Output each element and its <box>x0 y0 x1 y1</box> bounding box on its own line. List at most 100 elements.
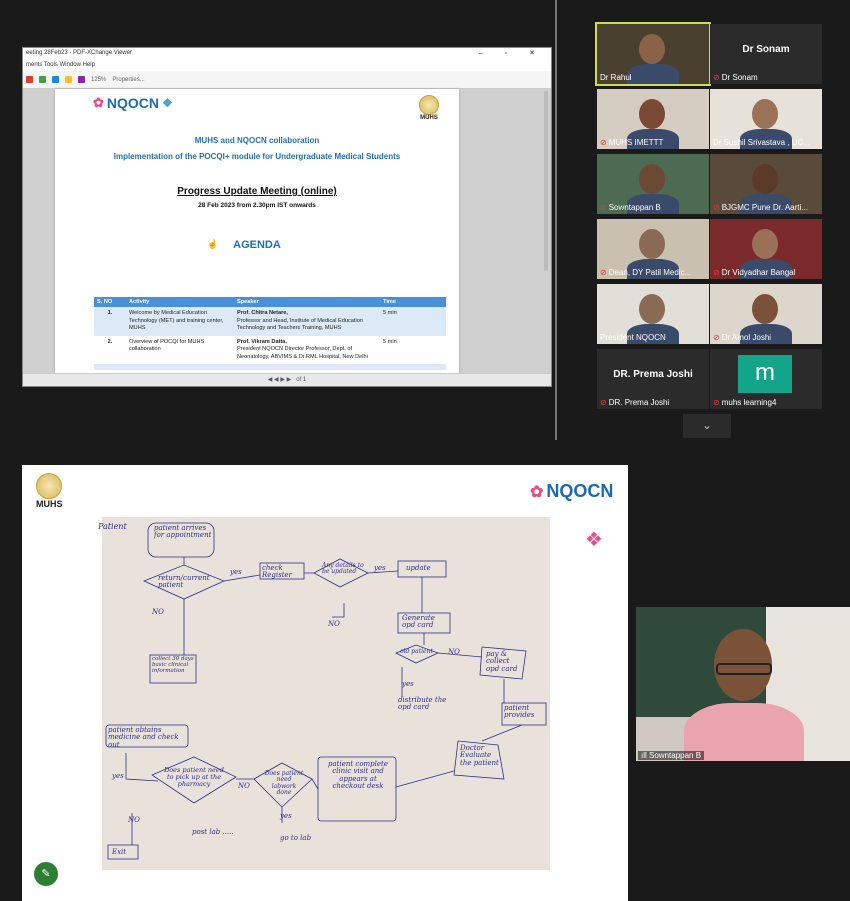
participant-tile[interactable]: Dr Sushil Srivastava , UC... <box>710 89 822 149</box>
table-row: 1. Welcome by Medical Education Technolo… <box>94 307 446 336</box>
signal-icon: ıll <box>641 751 647 760</box>
flow-node: pay & collect opd card <box>486 650 518 673</box>
participant-head <box>639 99 665 129</box>
pdf-page: ✿ NQOCN ❖ MUHS MUHS and NQOCN collaborat… <box>55 89 459 375</box>
mic-muted-icon: ⊘ <box>713 203 720 212</box>
participant-display-name: DR. Prema Joshi <box>613 369 693 380</box>
col-header: Activity <box>126 297 234 307</box>
participant-tile[interactable]: Dr Sonam ⊘ Dr Sonam <box>710 24 822 84</box>
participant-name-label: ⊘ Dr Amol Joshi <box>713 333 772 342</box>
flow-node: Does patient need labwork done <box>264 770 304 796</box>
participant-head <box>752 99 778 129</box>
participant-head <box>639 229 665 259</box>
window-menubar[interactable]: ments Tools Window Help <box>23 61 551 71</box>
flow-node: patient arrives for appointment <box>154 524 212 540</box>
window-statusbar[interactable]: ◀ ◀ ▶ ▶ of 1 <box>23 373 551 386</box>
participant-tile[interactable]: President NQOCN <box>597 284 709 344</box>
flow-node: check Register <box>262 564 293 580</box>
participant-name-label: ⊘ MUHS IMETTT <box>600 138 664 147</box>
toolbar-icon[interactable] <box>26 76 33 83</box>
muhs-emblem-icon <box>36 473 63 499</box>
flow-node: patient complete clinic visit and appear… <box>328 760 388 791</box>
mic-muted-icon: ⊘ <box>600 203 607 212</box>
participant-display-name: Dr Sonam <box>742 44 790 55</box>
col-header: S. NO <box>94 297 126 307</box>
participant-name-label: ⊘ Dr Vidyadhar Bangal <box>713 268 796 277</box>
flow-node: Doctor Evaluate the patient <box>460 744 499 767</box>
window-controls[interactable]: – ▫ ✕ <box>479 49 545 57</box>
nqocn-logo: ✿ NQOCN <box>530 481 614 501</box>
window-toolbar[interactable]: 125% Properties... <box>23 71 551 89</box>
flow-node: patient provides <box>504 704 535 720</box>
participant-name-label: ⊘ muhs learning4 <box>713 398 777 407</box>
flow-label: NO <box>328 620 340 628</box>
participant-tile[interactable]: ⊘ Dean, DY Patil Medic... <box>597 219 709 279</box>
col-header: Speaker <box>234 297 380 307</box>
flowchart-photo: Patient patient arrives for appointment … <box>98 517 550 870</box>
flow-node: Generate opd card <box>402 614 435 630</box>
participant-tile[interactable]: ⊘ Dr Vidyadhar Bangal <box>710 219 822 279</box>
participant-tile[interactable]: m ⊘ muhs learning4 <box>710 349 822 409</box>
participant-tile[interactable]: ⊘ BJGMC Pune Dr. Aarti... <box>710 154 822 214</box>
participant-name-label: President NQOCN <box>600 333 666 342</box>
flow-node: patient obtains medicine and check out <box>108 726 179 749</box>
toolbar-icon[interactable] <box>39 76 46 83</box>
flow-node: old patient <box>400 648 433 655</box>
mic-muted-icon: ⊘ <box>600 138 607 147</box>
participant-name-label: ⊘ DR. Prema Joshi <box>600 398 670 407</box>
participant-tile[interactable]: Dr Rahul <box>595 22 711 86</box>
properties-button[interactable]: Properties... <box>112 77 144 83</box>
flow-label: NO <box>238 782 250 790</box>
mic-muted-icon: ⊘ <box>600 268 607 277</box>
chevron-down-icon[interactable]: ⌄ <box>683 414 731 438</box>
toolbar-icon[interactable] <box>65 76 72 83</box>
flow-label: yes <box>374 564 386 572</box>
panel-divider[interactable] <box>555 0 557 440</box>
flow-label: yes <box>112 772 124 780</box>
flow-node: distribute the opd card <box>398 696 447 712</box>
flower-icon: ✿ <box>93 95 104 110</box>
flow-label: NO <box>448 648 460 656</box>
zoom-level[interactable]: 125% <box>91 77 106 83</box>
shared-screen-presentation[interactable]: MUHS ✿ NQOCN ❖ Patient patient arrives f… <box>22 465 628 901</box>
nqocn-logo: ✿ NQOCN ❖ <box>93 95 173 111</box>
nav-arrows-icon[interactable]: ◀ ◀ ▶ ▶ <box>268 377 291 383</box>
glasses <box>716 663 772 675</box>
swirl-icon: ❖ <box>162 96 173 110</box>
participant-head <box>752 164 778 194</box>
participant-name-label: ıll Sowntappan B <box>638 751 705 760</box>
participant-tile[interactable]: ⊘ MUHS IMETTT <box>597 89 709 149</box>
vertical-scrollbar[interactable] <box>544 91 548 271</box>
participant-name-label: ⊘ Dean, DY Patil Medic... <box>600 268 692 277</box>
participant-tile[interactable]: DR. Prema Joshi ⊘ DR. Prema Joshi <box>597 349 709 409</box>
annotate-pencil-icon[interactable]: ✎ <box>34 862 58 886</box>
meeting-title: Progress Update Meeting (online) <box>177 186 337 197</box>
flow-label: Patient <box>98 522 127 531</box>
participant-name-label: Dr Rahul <box>600 73 632 82</box>
participant-name-label: ⊘ BJGMC Pune Dr. Aarti... <box>713 203 808 212</box>
mic-muted-icon: ⊘ <box>713 333 720 342</box>
participant-name-label: ⊘ Dr Sonam <box>713 73 758 82</box>
muhs-emblem-icon <box>419 95 439 115</box>
toolbar-icon[interactable] <box>52 76 59 83</box>
pdf-line1: MUHS and NQOCN collaboration <box>194 136 320 145</box>
participant-tile[interactable]: ⊘ Sowntappan B <box>597 154 709 214</box>
flow-node: update <box>406 564 431 572</box>
window-titlebar[interactable]: eeting 28Feb23 - PDF-XChange Viewer – ▫ … <box>23 48 551 61</box>
flow-label: post lab ..... <box>192 828 234 836</box>
swirl-logo-icon: ❖ <box>585 529 603 551</box>
muhs-logo: MUHS <box>36 473 63 509</box>
participant-tile[interactable]: ⊘ Dr Amol Joshi <box>710 284 822 344</box>
page-indicator: of 1 <box>296 377 307 383</box>
participant-body <box>627 64 679 84</box>
toolbar-icon[interactable] <box>78 76 85 83</box>
shared-screen-window[interactable]: eeting 28Feb23 - PDF-XChange Viewer – ▫ … <box>22 47 552 387</box>
pinned-video-tile[interactable]: ıll Sowntappan B <box>636 607 850 761</box>
flow-label: yes <box>230 568 242 576</box>
participant-display-name: m <box>738 355 792 393</box>
pdf-viewport[interactable]: ✿ NQOCN ❖ MUHS MUHS and NQOCN collaborat… <box>23 89 551 375</box>
table-row <box>94 364 446 371</box>
participant-head <box>752 229 778 259</box>
mic-muted-icon: ⊘ <box>713 73 720 82</box>
agenda-table: S. NO Activity Speaker Time 1. Welcome b… <box>94 297 446 371</box>
